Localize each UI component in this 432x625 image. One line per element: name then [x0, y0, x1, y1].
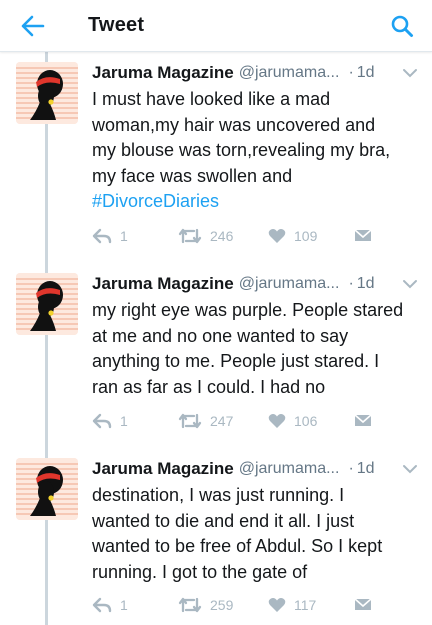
- chevron-down-icon[interactable]: [402, 66, 418, 80]
- timestamp[interactable]: 1d: [357, 460, 375, 478]
- search-icon: [391, 15, 413, 37]
- tweet-text: destination, I was just running. I wante…: [92, 483, 422, 585]
- reply-button[interactable]: 1: [92, 410, 128, 432]
- tweet-text-line: my right eye was purple. People stared: [92, 300, 404, 320]
- arrow-left-icon: [21, 15, 45, 37]
- woman-silhouette-logo-icon: [16, 458, 78, 520]
- retweet-icon: [178, 413, 202, 429]
- envelope-icon: [354, 598, 372, 610]
- separator-dot: ·: [348, 275, 354, 292]
- heart-icon: [268, 598, 286, 612]
- author-name[interactable]: Jaruma Magazine: [92, 274, 234, 294]
- author-name[interactable]: Jaruma Magazine: [92, 459, 234, 479]
- reply-button[interactable]: 1: [92, 225, 128, 247]
- hashtag-link[interactable]: #DivorceDiaries: [92, 189, 422, 215]
- tweet-text-line: anything to me. People just stared. I: [92, 351, 380, 372]
- woman-silhouette-logo-icon: [16, 62, 78, 124]
- tweet-text-line: running. I got to the gate of: [92, 561, 308, 582]
- like-button[interactable]: 109: [268, 225, 317, 247]
- tweet-header: Jaruma Magazine @jarumama... · 1d: [92, 60, 422, 86]
- chevron-down-icon[interactable]: [402, 462, 418, 476]
- timestamp[interactable]: 1d: [357, 275, 375, 293]
- tweet-actions: 1 259 117: [92, 594, 392, 616]
- page-title: Tweet: [88, 14, 145, 36]
- tweet-text-line: my face was swollen and: [92, 165, 293, 186]
- reply-icon: [92, 413, 112, 429]
- reply-count: 1: [120, 228, 128, 244]
- woman-silhouette-logo-icon: [16, 273, 78, 335]
- like-count: 117: [294, 597, 317, 613]
- like-count: 106: [294, 413, 318, 429]
- heart-icon: [268, 229, 286, 243]
- like-count: 109: [294, 228, 318, 244]
- reply-icon: [92, 228, 112, 244]
- tweet-text-line: woman,my hair was uncovered and: [92, 114, 376, 135]
- tweet-text-line: at me and no one wanted to say: [92, 325, 349, 346]
- tweet-text-line: my blouse was torn,revealing my bra,: [92, 140, 391, 161]
- top-app-bar: Tweet: [0, 0, 432, 52]
- tweet-actions: 1 246 109: [92, 225, 392, 247]
- author-handle[interactable]: @jarumama...: [239, 64, 340, 82]
- tweet-header: Jaruma Magazine @jarumama... · 1d: [92, 456, 422, 482]
- like-button[interactable]: 106: [268, 410, 317, 432]
- author-name[interactable]: Jaruma Magazine: [92, 63, 234, 83]
- author-handle[interactable]: @jarumama...: [239, 275, 340, 293]
- search-button[interactable]: [386, 10, 418, 42]
- retweet-count: 259: [210, 597, 234, 613]
- tweet-text-line: wanted to die and end it all. I just: [92, 510, 355, 531]
- chevron-down-icon[interactable]: [402, 277, 418, 291]
- retweet-count: 247: [210, 413, 234, 429]
- avatar[interactable]: [16, 62, 78, 124]
- retweet-button[interactable]: 247: [178, 410, 233, 432]
- reply-count: 1: [120, 413, 128, 429]
- retweet-count: 246: [210, 228, 234, 244]
- avatar[interactable]: [16, 458, 78, 520]
- tweet-text-line: ran as far as I could. I had no: [92, 376, 326, 397]
- tweet-text-line: I must have looked like a mad: [92, 89, 331, 109]
- tweet-header: Jaruma Magazine @jarumama... · 1d: [92, 271, 422, 297]
- direct-message-button[interactable]: [354, 225, 372, 247]
- timestamp[interactable]: 1d: [357, 64, 375, 82]
- direct-message-button[interactable]: [354, 410, 372, 432]
- tweet-item[interactable]: Jaruma Magazine @jarumama... · 1d destin…: [0, 456, 432, 625]
- tweet-item[interactable]: Jaruma Magazine @jarumama... · 1d my rig…: [0, 271, 432, 441]
- tweet-text: I must have looked like a mad woman,my h…: [92, 87, 422, 215]
- tweet-detail-screen: Tweet Jaruma Magazine @jarumama... · 1d …: [0, 0, 432, 625]
- tweet-actions: 1 247 106: [92, 410, 392, 432]
- separator-dot: ·: [348, 64, 354, 81]
- envelope-icon: [354, 414, 372, 426]
- reply-count: 1: [120, 597, 128, 613]
- retweet-button[interactable]: 246: [178, 225, 233, 247]
- envelope-icon: [354, 229, 372, 241]
- avatar[interactable]: [16, 273, 78, 335]
- tweet-item[interactable]: Jaruma Magazine @jarumama... · 1d I must…: [0, 60, 432, 250]
- tweet-text-line: wanted to be free of Abdul. So I kept: [92, 536, 383, 557]
- tweet-text-line: destination, I was just running. I: [92, 485, 345, 505]
- direct-message-button[interactable]: [354, 594, 372, 616]
- like-button[interactable]: 117: [268, 594, 316, 616]
- tweet-text: my right eye was purple. People stared a…: [92, 298, 422, 400]
- author-handle[interactable]: @jarumama...: [239, 460, 340, 478]
- retweet-icon: [178, 597, 202, 613]
- back-button[interactable]: [14, 10, 52, 42]
- reply-button[interactable]: 1: [92, 594, 128, 616]
- heart-icon: [268, 414, 286, 428]
- retweet-icon: [178, 228, 202, 244]
- separator-dot: ·: [348, 460, 354, 477]
- reply-icon: [92, 597, 112, 613]
- retweet-button[interactable]: 259: [178, 594, 233, 616]
